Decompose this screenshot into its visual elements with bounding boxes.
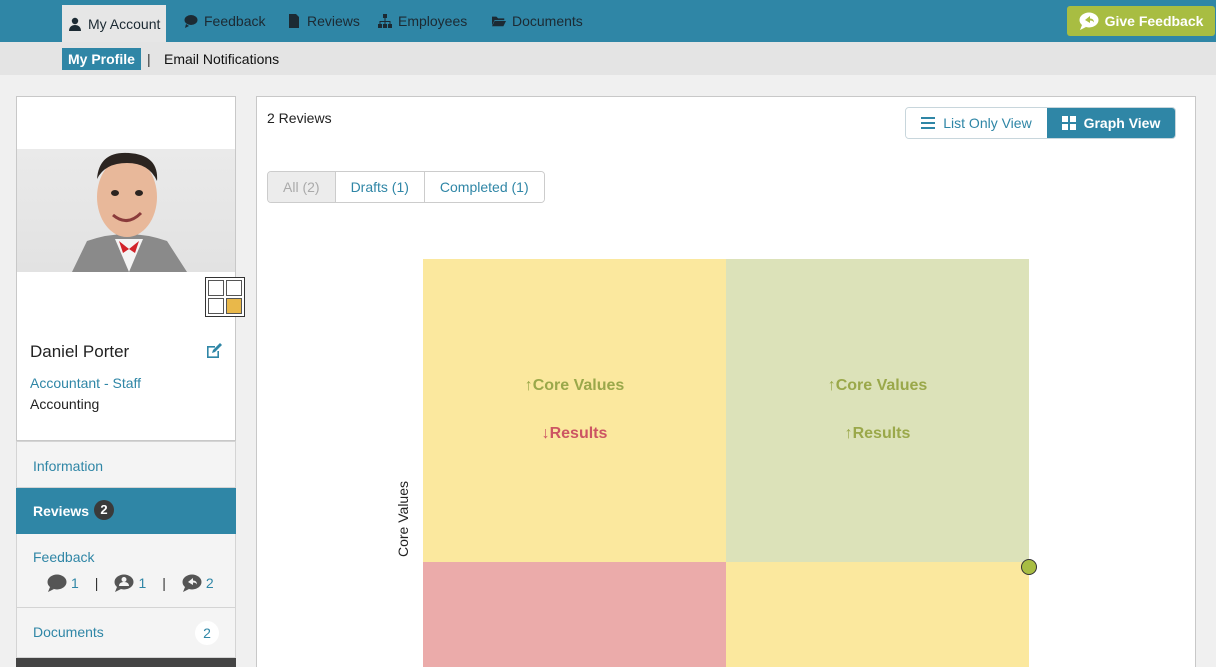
subnav-my-profile[interactable]: My Profile [62,48,141,70]
profile-department: Accounting [30,396,100,412]
org-chart-icon [378,14,392,28]
stats-separator: | [94,575,99,591]
quad-cell [208,298,224,314]
stats-separator: | [162,575,166,591]
subnav-separator: | [147,51,151,67]
reply-comment-icon [182,574,202,592]
folder-icon [492,16,506,27]
sub-nav: My Profile | Email Notifications [0,42,1216,75]
review-filters: All (2) Drafts (1) Completed (1) [267,171,545,203]
quadrant-bottom-right [726,562,1029,667]
give-feedback-button[interactable]: Give Feedback [1067,6,1215,36]
feedback-stats: 1 | 1 | 2 [47,574,214,592]
sidebar-item-label: Documents [33,624,104,640]
feedback-count-given[interactable]: 1 [71,575,79,591]
quadrant-core-values-label: ↑Core Values [524,377,625,394]
filter-completed[interactable]: Completed (1) [424,172,544,202]
nav-employees[interactable]: Employees [372,5,473,37]
nav-label: Feedback [204,13,266,29]
quad-cell [208,280,224,296]
nav-label: My Account [88,15,161,32]
nav-my-account[interactable]: My Account [62,5,167,42]
sidebar-item-reviews[interactable]: Reviews 2 [16,488,236,534]
graph-view-button[interactable]: Graph View [1046,108,1175,138]
sidebar-item-feedback[interactable]: Feedback 1 | 1 | 2 [16,534,236,608]
quad-cell-active [226,298,242,314]
top-nav: My Account Feedback Reviews Employees Do… [0,0,1216,42]
review-data-point[interactable] [1021,559,1037,575]
profile-name: Daniel Porter [30,342,130,361]
nav-reviews[interactable]: Reviews [281,5,366,37]
view-toggle: List Only View Graph View [905,107,1176,139]
sidebar-item-documents[interactable]: Documents 2 [16,608,236,658]
quadrant-results-label: ↑Results [844,425,911,442]
profile-card: Daniel Porter Accountant - Staff Account… [16,96,245,441]
sidebar-next-item [16,658,236,667]
give-feedback-label: Give Feedback [1104,13,1204,29]
anonymous-comment-icon [114,574,134,592]
document-icon [289,14,299,28]
profile-photo [17,149,235,272]
feedback-count-anonymous[interactable]: 1 [138,575,146,591]
reviews-count: 2 Reviews [267,110,332,126]
user-icon [69,17,81,31]
sidebar-item-label: Reviews [33,503,90,519]
quadrant-core-values-label: ↑Core Values [827,377,928,394]
comment-icon [184,15,198,28]
feedback-count-replies[interactable]: 2 [206,575,214,591]
nav-label: Documents [512,13,583,29]
graph-view-label: Graph View [1083,115,1161,131]
documents-count-badge: 2 [195,621,219,645]
quadrant-top-right: ↑Core Values ↑Results [726,259,1029,562]
filter-drafts[interactable]: Drafts (1) [335,172,425,202]
quadrant-top-left: ↑Core Values ↓Results [423,259,726,562]
edit-icon[interactable] [206,343,222,359]
quadrant-bottom-left [423,562,726,667]
nav-label: Employees [398,13,468,29]
feedback-bubble-icon [1079,12,1099,30]
nav-documents[interactable]: Documents [486,5,589,37]
nav-feedback[interactable]: Feedback [178,5,271,37]
y-axis-label: Core Values [395,480,411,557]
sidebar-item-label: Feedback [33,549,95,565]
subnav-email-notifications[interactable]: Email Notifications [164,51,279,67]
grid-icon [1061,116,1076,130]
reviews-panel: 2 Reviews List Only View Graph View All … [256,96,1196,667]
sidebar-item-label: Information [33,458,104,474]
reviews-count-badge: 2 [94,500,114,520]
nine-box-icon[interactable] [205,277,245,317]
quad-cell [226,280,242,296]
filter-all[interactable]: All (2) [268,172,336,202]
list-view-label: List Only View [943,115,1032,131]
nav-label: Reviews [307,13,360,29]
sidebar-item-information[interactable]: Information [16,441,236,488]
comment-icon [47,574,67,592]
list-icon [921,117,936,129]
list-only-view-button[interactable]: List Only View [906,108,1047,138]
profile-title: Accountant - Staff [30,375,142,391]
quadrant-results-label: ↓Results [541,425,608,442]
